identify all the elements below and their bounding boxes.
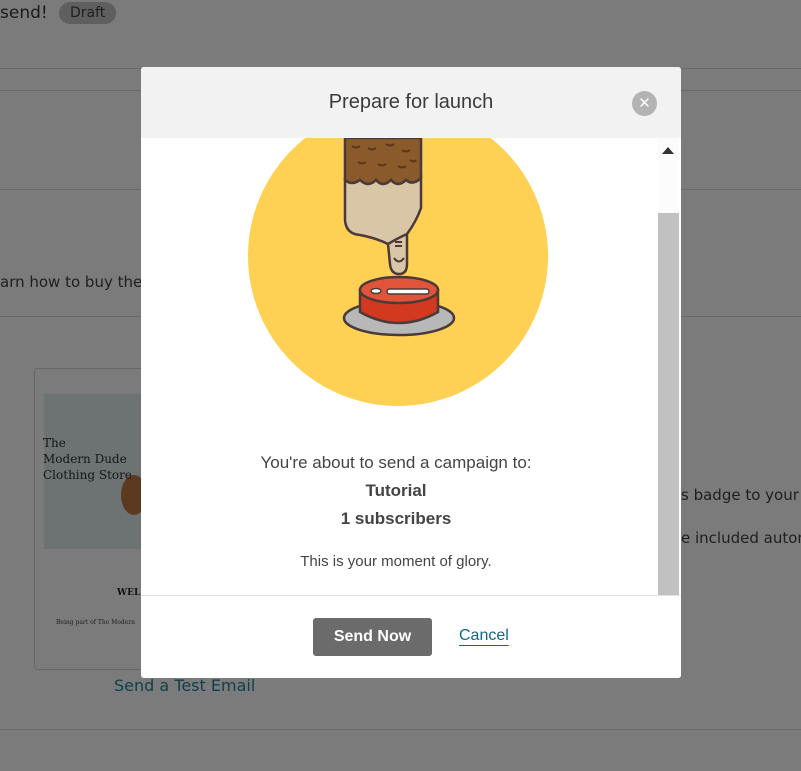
close-icon[interactable]: ✕ xyxy=(632,91,657,116)
divider xyxy=(0,729,801,730)
learn-text: arn how to buy the xyxy=(0,273,143,291)
modal-body: You're about to send a campaign to: Tuto… xyxy=(141,138,681,595)
finger-pressing-button-icon xyxy=(248,138,548,406)
scroll-up-arrow-icon[interactable] xyxy=(662,147,674,154)
preview-text: The Modern Dude Clothing Store xyxy=(43,436,132,482)
send-intro-text: You're about to send a campaign to: xyxy=(260,453,532,472)
cancel-link[interactable]: Cancel xyxy=(459,627,509,645)
scroll-thumb[interactable] xyxy=(658,213,679,595)
send-test-email-link[interactable]: Send a Test Email xyxy=(114,676,255,695)
email-preview-card[interactable]: The Modern Dude Clothing Store WEL Being… xyxy=(34,368,154,670)
included-text: e included autom xyxy=(681,529,801,547)
badge-text: s badge to your f xyxy=(681,486,801,504)
status-badge: Draft xyxy=(59,2,117,24)
prepare-for-launch-modal: Prepare for launch ✕ You're about to sen… xyxy=(141,67,681,678)
preview-heading: WEL xyxy=(117,588,141,598)
send-now-button[interactable]: Send Now xyxy=(313,618,432,656)
modal-scrollbar[interactable] xyxy=(657,138,679,595)
modal-header: Prepare for launch ✕ xyxy=(141,67,681,138)
campaign-title: send! xyxy=(0,3,48,23)
audience-name: Tutorial xyxy=(365,481,427,500)
tagline-text: This is your moment of glory. xyxy=(300,553,492,570)
subscriber-count: 1 subscribers xyxy=(340,509,452,528)
modal-title: Prepare for launch xyxy=(328,91,494,113)
preview-body: Being part of The Modern xyxy=(56,619,136,626)
modal-footer: Send Now Cancel xyxy=(141,595,681,678)
